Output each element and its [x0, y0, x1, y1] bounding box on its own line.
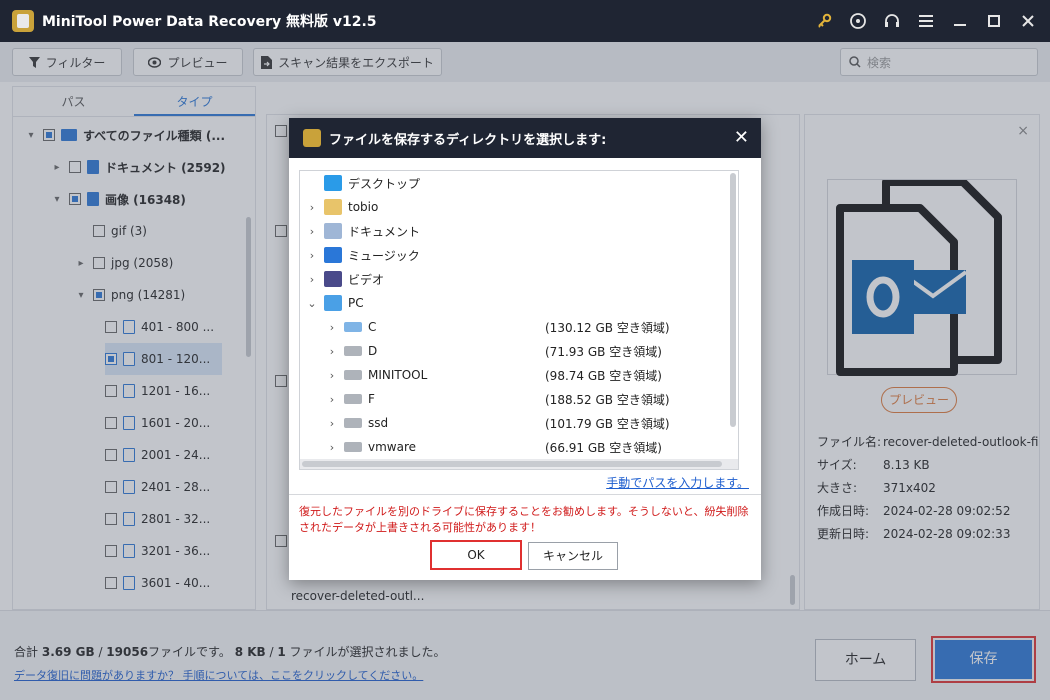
manual-path-link[interactable]: 手動でパスを入力します。	[606, 474, 749, 491]
chevron-right-icon[interactable]: ›	[326, 441, 338, 454]
directory-label: tobio	[348, 200, 379, 214]
free-space-label: (101.79 GB 空き領域)	[545, 417, 670, 431]
directory-label: ssd	[368, 416, 389, 430]
disc-icon[interactable]	[846, 9, 870, 33]
directory-label: vmware	[368, 440, 417, 454]
dialog-app-icon	[303, 129, 321, 147]
chevron-right-icon[interactable]: ›	[306, 249, 318, 262]
desktop-icon	[324, 175, 342, 191]
directory-hscrollbar[interactable]	[300, 459, 738, 469]
directory-item[interactable]: › ミュージック	[306, 243, 420, 267]
documents-icon	[324, 223, 342, 239]
directory-label: MINITOOL	[368, 368, 428, 382]
directory-label: ドキュメント	[348, 224, 421, 239]
windows-drive-icon	[344, 322, 362, 332]
close-icon[interactable]	[1016, 9, 1040, 33]
chevron-right-icon[interactable]: ›	[326, 393, 338, 406]
directory-item[interactable]: › ドキュメント	[306, 219, 420, 243]
warning-text: 復元したファイルを別のドライブに保存することをお勧めします。そうしないと、紛失削…	[299, 505, 749, 534]
chevron-right-icon[interactable]: ›	[326, 345, 338, 358]
window-controls	[812, 0, 1040, 42]
cancel-button[interactable]: キャンセル	[528, 542, 618, 570]
directory-item[interactable]: デスクトップ	[306, 171, 420, 195]
drive-icon	[344, 418, 362, 428]
pc-icon	[324, 295, 342, 311]
drive-icon	[344, 442, 362, 452]
directory-item[interactable]: ⌄ PC	[306, 291, 364, 315]
dialog-divider	[289, 494, 761, 495]
directory-label: C	[368, 320, 377, 334]
free-space-label: (188.52 GB 空き領域)	[545, 393, 670, 407]
headset-icon[interactable]	[880, 9, 904, 33]
free-space-label: (66.91 GB 空き領域)	[545, 441, 662, 455]
directory-item[interactable]: › ssd	[326, 411, 388, 435]
directory-label: ミュージック	[348, 248, 420, 263]
chevron-right-icon[interactable]: ›	[326, 417, 338, 430]
music-icon	[324, 247, 342, 263]
app-title: MiniTool Power Data Recovery 無料版 v12.5	[42, 14, 377, 30]
directory-item[interactable]: › F	[326, 387, 375, 411]
dialog-title: ファイルを保存するディレクトリを選択します:	[329, 132, 607, 148]
directory-item[interactable]: › ビデオ	[306, 267, 384, 291]
directory-label: F	[368, 392, 375, 406]
directory-scrollbar[interactable]	[730, 173, 736, 427]
user-folder-icon	[324, 199, 342, 215]
directory-label: D	[368, 344, 378, 358]
free-space-label: (98.74 GB 空き領域)	[545, 369, 662, 383]
ok-button[interactable]: OK	[430, 540, 522, 570]
directory-item[interactable]: › MINITOOL	[326, 363, 428, 387]
directory-item[interactable]: › C	[326, 315, 377, 339]
directory-item[interactable]: › D	[326, 339, 377, 363]
directory-label: ビデオ	[348, 272, 385, 287]
title-bar: MiniTool Power Data Recovery 無料版 v12.5	[0, 0, 1050, 42]
menu-icon[interactable]	[914, 9, 938, 33]
dialog-close-icon[interactable]: ✕	[734, 127, 749, 148]
directory-label: デスクトップ	[348, 176, 421, 191]
directory-item[interactable]: › vmware	[326, 435, 416, 459]
dialog-header: ファイルを保存するディレクトリを選択します:	[289, 118, 761, 158]
free-space-label: (71.93 GB 空き領域)	[545, 345, 662, 359]
chevron-right-icon[interactable]: ›	[326, 321, 338, 334]
key-icon[interactable]	[812, 9, 836, 33]
maximize-icon[interactable]	[982, 9, 1006, 33]
video-icon	[324, 271, 342, 287]
directory-list: デスクトップ › tobio › ドキュメント › ミュージック › ビデオ ⌄ PC › C (130.…	[299, 170, 739, 470]
directory-label: PC	[348, 296, 364, 310]
drive-icon	[344, 346, 362, 356]
minimize-icon[interactable]	[948, 9, 972, 33]
app-logo-icon	[12, 10, 34, 32]
chevron-right-icon[interactable]: ›	[306, 225, 318, 238]
drive-icon	[344, 370, 362, 380]
directory-item[interactable]: › tobio	[306, 195, 378, 219]
free-space-label: (130.12 GB 空き領域)	[545, 321, 670, 335]
chevron-right-icon[interactable]: ›	[306, 201, 318, 214]
chevron-right-icon[interactable]: ›	[326, 369, 338, 382]
drive-icon	[344, 394, 362, 404]
chevron-right-icon[interactable]: ›	[306, 273, 318, 286]
save-directory-dialog: ファイルを保存するディレクトリを選択します: ✕ デスクトップ › tobio › ドキ…	[289, 118, 761, 580]
chevron-down-icon[interactable]: ⌄	[306, 297, 318, 310]
